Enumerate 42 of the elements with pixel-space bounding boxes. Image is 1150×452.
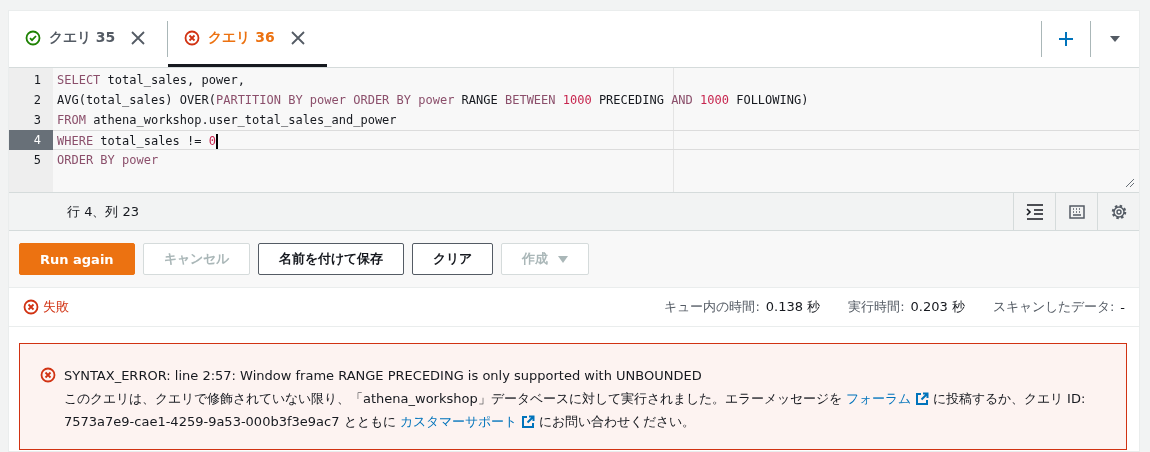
stat-value: 0.138 秒 bbox=[765, 298, 821, 316]
line-number: 3 bbox=[32, 112, 42, 129]
action-button[interactable]: 名前を付けて保存 bbox=[257, 243, 404, 275]
caret-down-icon bbox=[557, 255, 568, 263]
stat-value: - bbox=[1120, 299, 1125, 315]
cursor-position: 行 4、列 23 bbox=[66, 202, 141, 221]
error-title: SYNTAX_ERROR: line 2:57: Window frame RANGE PRECEDING is only supported with UNBOUNDED bbox=[64, 367, 703, 385]
check-circle-icon bbox=[25, 29, 41, 46]
action-button[interactable]: Run again bbox=[19, 243, 135, 275]
keyboard-icon bbox=[1068, 204, 1085, 219]
error-icon bbox=[40, 367, 56, 383]
close-icon[interactable] bbox=[131, 30, 146, 45]
help-link[interactable]: カスタマーサポート bbox=[399, 410, 535, 433]
line-number: 1 bbox=[32, 72, 42, 89]
status-text: 失敗 bbox=[43, 298, 69, 316]
code-line: SELECT total_sales, power, bbox=[56, 72, 246, 89]
query-tab[interactable]: クエリ 35 bbox=[9, 11, 168, 67]
error-icon bbox=[23, 299, 39, 315]
stat-label: 実行時間: bbox=[848, 298, 905, 316]
code-line: FROM athena_workshop.user_total_sales_and_power bbox=[56, 112, 398, 129]
line-number: 5 bbox=[32, 152, 42, 169]
stat-label: キュー内の時間: bbox=[664, 298, 760, 316]
plus-icon bbox=[1058, 31, 1074, 47]
code-editor[interactable] bbox=[53, 68, 1139, 192]
resize-handle-icon[interactable] bbox=[1125, 178, 1135, 188]
error-icon bbox=[184, 29, 201, 46]
help-link[interactable]: フォーラム bbox=[845, 387, 929, 410]
caret-down-icon bbox=[1109, 35, 1121, 43]
external-link-icon bbox=[914, 391, 929, 406]
indent-icon bbox=[1025, 203, 1044, 220]
error-message: このクエリは、クエリで修飾されていない限り、「athena_workshop」データベースに対して実行されました。エラーメッセージを フォーラム に投稿するか、クエリ ID: 7573a7e9-cae1-4259-9a53-000b3f3e9ac7 とともに カスタマーサポート にお問い合わせください。 bbox=[64, 387, 1112, 433]
code-line: AVG(total_sales) OVER(PARTITION BY power ORDER BY power RANGE BETWEEN 1000 PRECEDING AND 1000 FOLLOWING) bbox=[56, 92, 810, 109]
stat-value: 0.203 秒 bbox=[910, 298, 965, 316]
external-link-icon bbox=[520, 414, 535, 429]
action-button[interactable]: クリア bbox=[411, 243, 493, 275]
stat-label: スキャンしたデータ: bbox=[992, 298, 1115, 316]
code-line: WHERE total_sales != 0 bbox=[53, 130, 1139, 150]
settings-icon bbox=[1109, 202, 1128, 221]
code-line: ORDER BY power bbox=[56, 152, 160, 169]
close-icon[interactable] bbox=[290, 30, 305, 45]
line-number: 4 bbox=[9, 130, 53, 150]
line-number: 2 bbox=[32, 92, 42, 109]
